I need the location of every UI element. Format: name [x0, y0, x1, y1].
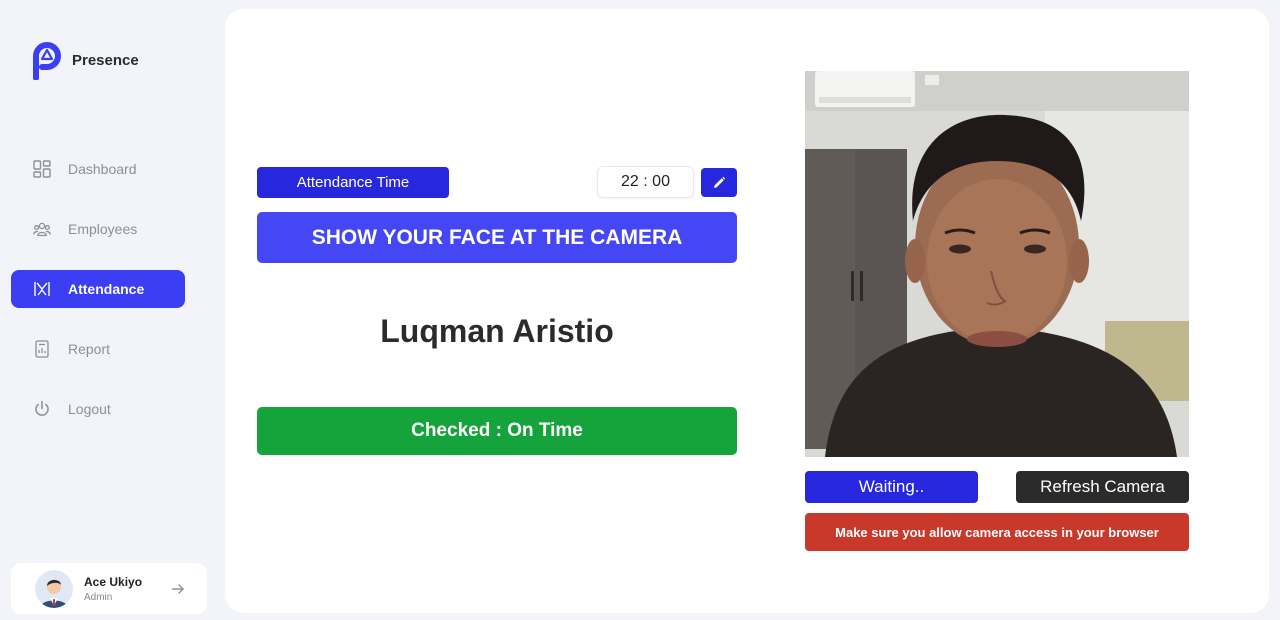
sidebar-item-report[interactable]: Report: [11, 330, 185, 368]
attendance-time-button[interactable]: Attendance Time: [257, 167, 449, 198]
user-name: Ace Ukiyo: [84, 574, 143, 589]
brand[interactable]: Presence: [32, 42, 139, 80]
sidebar-item-dashboard[interactable]: Dashboard: [11, 150, 185, 188]
sidebar-nav: Dashboard Employees Attendance Report Lo…: [11, 150, 185, 450]
arrow-right-icon[interactable]: [171, 582, 185, 596]
sidebar-item-label: Dashboard: [68, 161, 137, 177]
sidebar-item-logout[interactable]: Logout: [11, 390, 185, 428]
app-name: Presence: [72, 51, 139, 69]
power-icon: [33, 400, 51, 418]
report-icon: [33, 340, 51, 358]
check-status-badge: Checked : On Time: [257, 407, 737, 455]
edit-time-button[interactable]: [701, 168, 737, 197]
sidebar-item-label: Logout: [68, 401, 111, 417]
pencil-icon: [714, 176, 726, 188]
user-profile-card[interactable]: Ace Ukiyo Admin: [11, 563, 207, 614]
waiting-status-button[interactable]: Waiting..: [805, 471, 978, 503]
sidebar-item-label: Report: [68, 341, 111, 357]
camera-access-warning: Make sure you allow camera access in you…: [805, 513, 1189, 551]
sidebar-item-attendance[interactable]: Attendance: [11, 270, 185, 308]
dashboard-icon: [33, 160, 51, 178]
main-panel: Attendance Time 22 : 00 SHOW YOUR FACE A…: [225, 9, 1269, 613]
presence-logo-icon: [33, 42, 61, 80]
attendance-time-input[interactable]: 22 : 00: [597, 166, 694, 198]
recognized-person-name: Luqman Aristio: [380, 313, 614, 349]
sidebar-item-label: Attendance: [68, 281, 145, 297]
attendance-icon: [33, 280, 51, 298]
user-role: Admin: [84, 591, 113, 603]
sidebar-item-label: Employees: [68, 221, 138, 237]
sidebar: Presence Dashboard Employees Attendance …: [0, 0, 225, 620]
refresh-camera-button[interactable]: Refresh Camera: [1016, 471, 1189, 503]
avatar: [35, 569, 73, 608]
camera-feed: [805, 71, 1189, 457]
sidebar-item-employees[interactable]: Employees: [11, 210, 185, 248]
instruction-banner: SHOW YOUR FACE AT THE CAMERA: [257, 212, 737, 263]
employees-icon: [33, 220, 51, 238]
